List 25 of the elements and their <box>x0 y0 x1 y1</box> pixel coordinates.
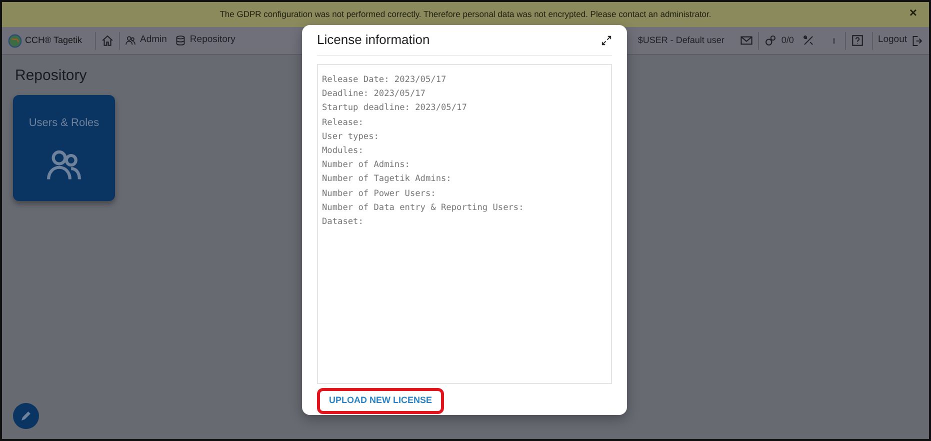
users-icon <box>124 35 136 46</box>
help-icon[interactable] <box>850 34 864 47</box>
pencil-icon <box>20 410 32 422</box>
gears-icon[interactable] <box>764 34 778 47</box>
upload-license-button[interactable]: UPLOAD NEW LICENSE <box>317 388 444 414</box>
mail-icon[interactable] <box>740 34 754 47</box>
dialog-title: License information <box>317 32 430 48</box>
database-icon <box>174 35 186 46</box>
breadcrumb-link[interactable]: Repository <box>190 33 236 48</box>
tools-icon[interactable] <box>802 34 815 47</box>
user-name: $USER - Default user <box>638 34 724 47</box>
users-roles-tile[interactable]: Users & Roles <box>13 95 115 201</box>
expand-icon[interactable] <box>601 34 612 46</box>
home-icon[interactable] <box>100 34 114 47</box>
task-count: 0/0 <box>781 34 794 47</box>
banner-message: The GDPR configuration was not performed correctly. Therefore personal data was not encrypted. Please contact an administrator. <box>220 8 712 21</box>
edit-button[interactable] <box>13 403 39 429</box>
page-title: Repository <box>15 67 87 85</box>
logout-icon[interactable] <box>911 34 923 46</box>
logout-link[interactable]: Logout <box>878 33 907 48</box>
breadcrumb-link[interactable]: Admin <box>140 33 167 48</box>
globe-logo-icon <box>8 34 22 48</box>
brand-name: CCH® Tagetik <box>25 34 82 47</box>
close-button[interactable]: × <box>909 6 917 19</box>
license-text-area: Release Date: 2023/05/17 Deadline: 2023/05/17 Startup deadline: 2023/05/17 Release: User types: Modules: Number of Admins: Number of Tagetik Admins: Number of Power Users: Number of Data entry & Reporting Users: Dataset: <box>317 64 612 384</box>
